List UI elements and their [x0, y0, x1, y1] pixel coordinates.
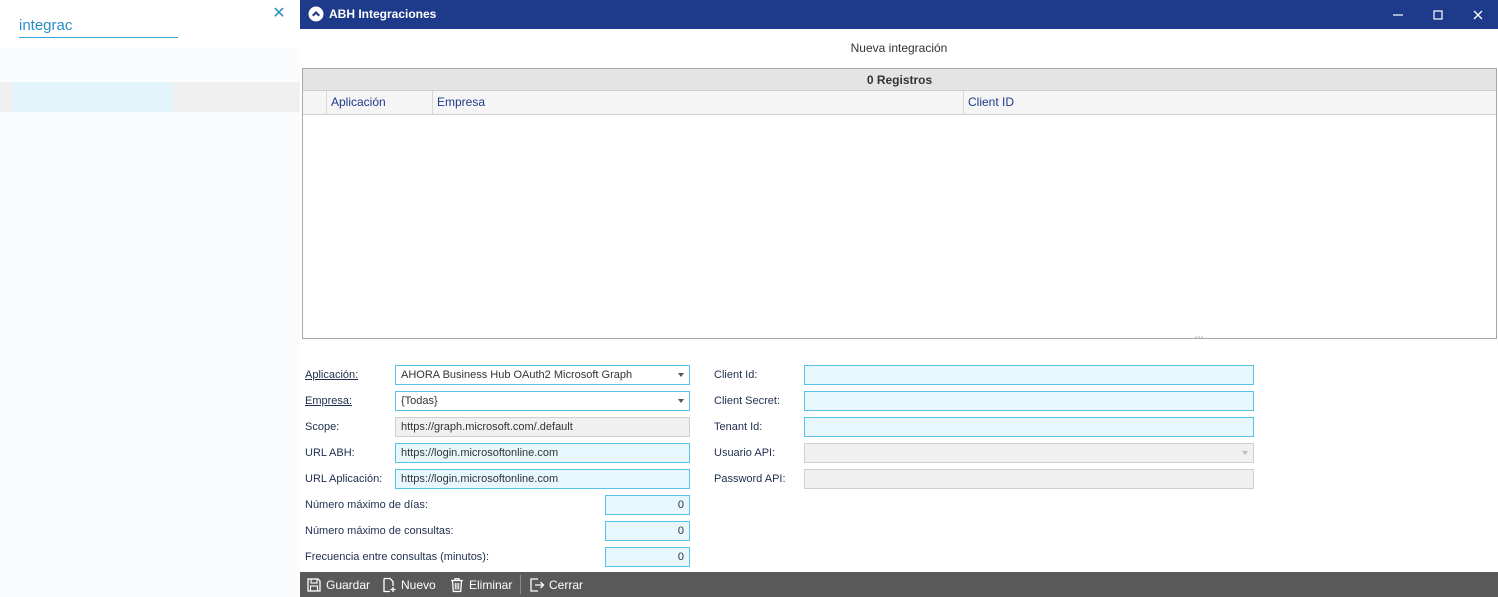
row-indicator-header [303, 91, 326, 114]
record-count: 0 Registros [303, 69, 1496, 91]
search-result-highlight[interactable] [12, 82, 173, 112]
nuevo-label: Nuevo [401, 577, 436, 592]
cerrar-button[interactable]: Cerrar [529, 572, 583, 597]
chevron-down-icon [678, 399, 684, 403]
max-dias-field[interactable]: 0 [605, 495, 690, 515]
empresa-label[interactable]: Empresa: [305, 395, 352, 407]
records-grid[interactable]: 0 Registros Aplicación Empresa Client ID [302, 68, 1497, 339]
max-consultas-field[interactable]: 0 [605, 521, 690, 541]
grid-header: Aplicación Empresa Client ID [303, 91, 1496, 115]
eliminar-button[interactable]: Eliminar [449, 572, 512, 597]
close-icon[interactable]: ✕ [271, 6, 287, 22]
minimize-icon [1393, 13, 1403, 16]
password-api-label: Password API: [714, 473, 786, 485]
column-header-empresa[interactable]: Empresa [432, 91, 963, 114]
guardar-label: Guardar [326, 577, 371, 592]
new-document-icon [383, 577, 396, 592]
maximize-button[interactable] [1418, 0, 1458, 29]
app-logo-icon [308, 6, 324, 22]
scope-field: https://graph.microsoft.com/.default [395, 417, 690, 437]
search-area: ✕ [0, 0, 300, 48]
save-icon [307, 577, 321, 592]
window-title: ABH Integraciones [329, 7, 437, 21]
aplicacion-value: AHORA Business Hub OAuth2 Microsoft Grap… [401, 369, 633, 381]
tenant-id-field[interactable] [804, 417, 1254, 437]
client-secret-label: Client Secret: [714, 395, 781, 407]
maximize-icon [1433, 9, 1443, 20]
frecuencia-field[interactable]: 0 [605, 547, 690, 567]
page-title: Nueva integración [850, 41, 948, 55]
frecuencia-label: Frecuencia entre consultas (minutos): [305, 551, 490, 563]
close-button[interactable] [1458, 0, 1498, 29]
client-id-field[interactable] [804, 365, 1254, 385]
max-consultas-label: Número máximo de consultas: [305, 525, 454, 537]
search-panel: ✕ [0, 0, 300, 597]
guardar-button[interactable]: Guardar [306, 572, 370, 597]
minimize-button[interactable] [1378, 0, 1418, 29]
nuevo-button[interactable]: Nuevo [381, 572, 436, 597]
tenant-id-label: Tenant Id: [714, 421, 763, 433]
bottom-toolbar: Guardar Nuevo Eliminar Cerrar [300, 572, 1498, 597]
empresa-value: {Todas} [401, 395, 438, 407]
url-aplicacion-label: URL Aplicación: [305, 473, 383, 485]
url-abh-field[interactable]: https://login.microsoftonline.com [395, 443, 690, 463]
chevron-down-icon [1242, 451, 1248, 455]
column-header-aplicacion[interactable]: Aplicación [326, 91, 432, 114]
eliminar-label: Eliminar [469, 577, 513, 592]
client-id-label: Client Id: [714, 369, 758, 381]
usuario-api-select[interactable] [804, 443, 1254, 463]
empresa-select[interactable]: {Todas} [395, 391, 690, 411]
url-abh-label: URL ABH: [305, 447, 355, 459]
url-aplicacion-field[interactable]: https://login.microsoftonline.com [395, 469, 690, 489]
client-secret-field[interactable] [804, 391, 1254, 411]
password-api-field[interactable] [804, 469, 1254, 489]
aplicacion-label[interactable]: Aplicación: [305, 369, 358, 381]
toolbar-separator [520, 575, 521, 594]
aplicacion-select[interactable]: AHORA Business Hub OAuth2 Microsoft Grap… [395, 365, 690, 385]
scope-label: Scope: [305, 421, 340, 433]
exit-icon [530, 577, 545, 592]
splitter-grip[interactable]: ⋯ [1192, 333, 1206, 342]
integraciones-window: ABH Integraciones Nueva integración 0 Re… [300, 0, 1498, 597]
cerrar-label: Cerrar [549, 577, 584, 592]
trash-icon [451, 577, 463, 592]
column-header-client-id[interactable]: Client ID [963, 91, 1496, 114]
search-input[interactable] [19, 14, 178, 38]
chevron-down-icon [678, 373, 684, 377]
usuario-api-label: Usuario API: [714, 447, 776, 459]
title-bar[interactable]: ABH Integraciones [300, 0, 1498, 29]
max-dias-label: Número máximo de días: [305, 499, 428, 511]
close-icon [1473, 10, 1483, 19]
